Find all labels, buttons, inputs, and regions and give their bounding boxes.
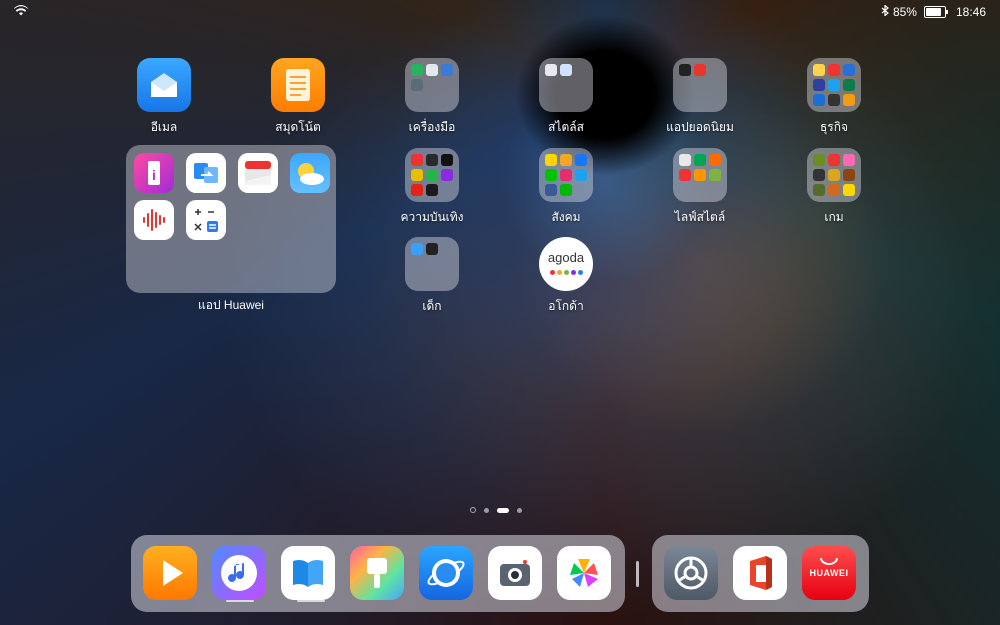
bluetooth-icon <box>881 4 889 19</box>
settings-icon[interactable] <box>664 546 718 600</box>
running-indicator <box>226 600 254 602</box>
app-email[interactable]: อีเมล <box>114 58 214 137</box>
themes-icon[interactable] <box>350 546 404 600</box>
music-icon[interactable] <box>212 546 266 600</box>
appgallery-label: HUAWEI <box>809 568 849 578</box>
page-indicator[interactable] <box>470 507 522 513</box>
folder-business[interactable]: ธุรกิจ <box>784 58 884 137</box>
battery-percent: 85% <box>892 5 917 19</box>
folder-icon <box>539 58 593 112</box>
appgallery-icon[interactable]: HUAWEI <box>802 546 856 600</box>
app-label: อโกด้า <box>548 299 584 313</box>
dock-divider <box>636 561 639 587</box>
folder-label: เครื่องมือ <box>408 120 456 134</box>
clock: 18:46 <box>955 5 986 19</box>
page-dot[interactable] <box>484 507 489 513</box>
folder-icon <box>807 58 861 112</box>
calendar-icon[interactable] <box>238 153 278 193</box>
page-dot-active[interactable] <box>497 507 509 513</box>
folder-popular[interactable]: แอปยอดนิยม <box>650 58 750 137</box>
folder-label: ไลฟ์สไตล์ <box>674 210 726 224</box>
battery-icon <box>923 6 948 18</box>
folder-label: เด็ก <box>422 299 442 313</box>
folder-icon <box>405 58 459 112</box>
folder-icon <box>405 237 459 291</box>
folder-kids[interactable]: เด็ก <box>382 237 482 316</box>
folder-label: แอป Huawei <box>198 298 264 312</box>
books-icon[interactable] <box>281 546 335 600</box>
wifi-icon <box>14 5 28 19</box>
folder-social[interactable]: สังคม <box>516 148 616 227</box>
dock-main <box>131 535 625 612</box>
app-label: สมุดโน้ต <box>275 120 321 134</box>
svg-text:i: i <box>152 167 156 183</box>
folder-label: ความบันเทิง <box>400 210 464 224</box>
folder-label: สไตล์ส <box>548 120 584 134</box>
page-dot[interactable] <box>517 507 522 513</box>
app-agoda[interactable]: agoda อโกด้า <box>516 237 616 316</box>
folder-label: สังคม <box>551 210 581 224</box>
app-label: อีเมล <box>150 120 178 134</box>
folder-lifestyle[interactable]: ไลฟ์สไตล์ <box>650 148 750 227</box>
weather-icon[interactable] <box>290 153 330 193</box>
agoda-icon: agoda <box>539 237 593 291</box>
folder-label: ธุรกิจ <box>819 120 849 134</box>
tips-icon[interactable]: i <box>134 153 174 193</box>
email-icon <box>137 58 191 112</box>
camera-icon[interactable] <box>488 546 542 600</box>
folder-icon <box>673 148 727 202</box>
running-indicator <box>297 600 325 602</box>
folder-label: แอปยอดนิยม <box>666 120 734 134</box>
dock-recent: HUAWEI <box>652 535 869 612</box>
agoda-logo-text: agoda <box>547 250 585 265</box>
search-icon <box>470 507 476 513</box>
folder-icon <box>405 148 459 202</box>
browser-icon[interactable] <box>419 546 473 600</box>
folder-entertainment[interactable]: ความบันเทิง <box>382 148 482 227</box>
voice-recorder-icon[interactable] <box>134 200 174 240</box>
folder-label: เกม <box>824 210 844 224</box>
notepad-icon <box>271 58 325 112</box>
folder-games[interactable]: เกม <box>784 148 884 227</box>
folder-icon <box>807 148 861 202</box>
app-notes[interactable]: สมุดโน้ต <box>248 58 348 137</box>
video-icon[interactable] <box>143 546 197 600</box>
office-icon[interactable] <box>733 546 787 600</box>
status-bar: 85% 18:46 <box>0 0 1000 24</box>
folder-icon <box>539 148 593 202</box>
phone-clone-icon[interactable] <box>186 153 226 193</box>
folder-tools[interactable]: เครื่องมือ <box>382 58 482 137</box>
folder-style[interactable]: สไตล์ส <box>516 58 616 137</box>
folder-icon <box>673 58 727 112</box>
gallery-icon[interactable] <box>557 546 611 600</box>
calculator-icon[interactable] <box>186 200 226 240</box>
huawei-apps-folder[interactable]: i <box>126 145 336 293</box>
